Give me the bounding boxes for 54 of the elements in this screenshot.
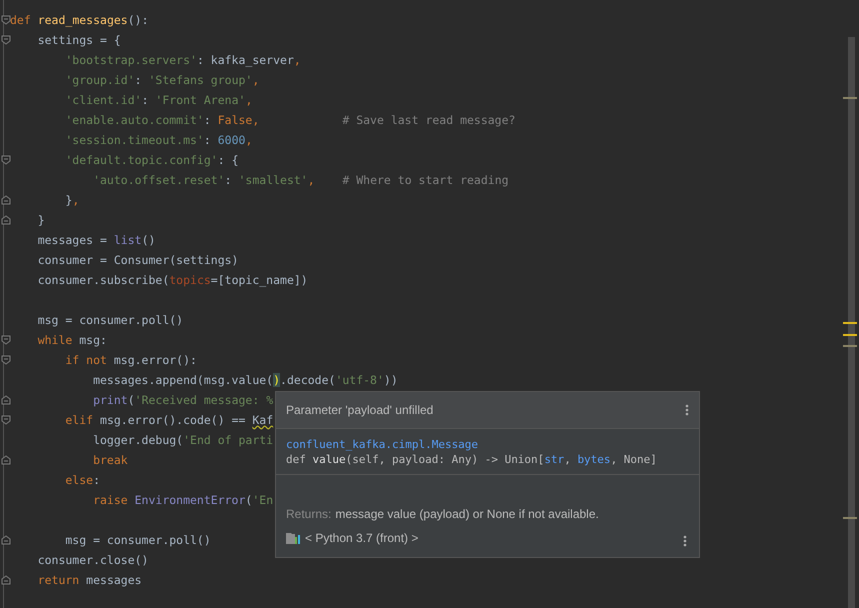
code-line: 'auto.offset.reset': 'smallest', # Where to start reading [92, 173, 509, 187]
fold-end-icon[interactable] [1, 215, 11, 225]
fold-end-icon[interactable] [1, 455, 11, 465]
fold-start-icon[interactable] [1, 35, 11, 45]
code-line: messages = list() [36, 233, 156, 247]
more-icon[interactable] [683, 535, 687, 547]
code-line: 'session.timeout.ms': 6000, [64, 133, 252, 147]
fold-start-icon[interactable] [1, 415, 11, 425]
returns-label: Returns: [286, 506, 332, 523]
fold-end-icon[interactable] [1, 395, 11, 405]
code-line: elif msg.error().code() == Kaf [64, 413, 274, 427]
scrollbar-marker[interactable] [843, 97, 857, 99]
fold-start-icon[interactable] [1, 155, 11, 165]
code-line: if not msg.error(): [64, 353, 197, 367]
function-signature: def value(self, payload: Any) -> Union[str, bytes, None] [286, 452, 657, 467]
fold-end-icon[interactable] [1, 575, 11, 585]
code-line: } [36, 213, 45, 227]
code-line: consumer.subscribe(topics=[topic_name]) [36, 273, 308, 287]
scrollbar-marker[interactable] [843, 345, 857, 347]
fold-start-icon[interactable] [1, 355, 11, 365]
scrollbar-marker[interactable] [843, 334, 857, 336]
fold-start-icon[interactable] [1, 335, 11, 345]
fold-end-icon[interactable] [1, 195, 11, 205]
code-line: messages.append(msg.value().decode('utf-8')) [92, 373, 398, 387]
code-line: while msg: [36, 333, 107, 347]
code-line: return messages [36, 573, 142, 587]
popup-header: Parameter 'payload' unfilled [286, 402, 434, 419]
library-name[interactable]: < Python 3.7 (front) > [305, 529, 418, 547]
code-line: 'group.id': 'Stefans group', [64, 73, 260, 87]
code-line: logger.debug('End of parti [92, 433, 274, 447]
code-line: break [92, 453, 128, 467]
code-line: }, [64, 193, 80, 207]
code-line: msg = consumer.poll() [36, 313, 184, 327]
code-line: consumer.close() [36, 553, 148, 567]
code-line: 'bootstrap.servers': kafka_server, [64, 53, 301, 67]
library-icon [286, 532, 301, 544]
scrollbar[interactable] [848, 37, 855, 608]
code-line: 'default.topic.config': { [64, 153, 238, 167]
more-icon[interactable] [685, 404, 689, 416]
code-line: msg = consumer.poll() [64, 533, 211, 547]
code-line: consumer = Consumer(settings) [36, 253, 238, 267]
code-line: 'client.id': 'Front Arena', [64, 93, 252, 107]
scrollbar-marker[interactable] [843, 322, 857, 324]
fold-end-icon[interactable] [1, 535, 11, 545]
fold-start-icon[interactable] [1, 15, 11, 25]
code-line: settings = { [36, 33, 121, 47]
class-path-link[interactable]: confluent_kafka.cimpl.Message [286, 437, 478, 452]
code-line: else: [64, 473, 100, 487]
code-line: def read_messages(): [10, 13, 148, 27]
code-line: print('Received message: % [92, 393, 274, 407]
scrollbar-marker[interactable] [843, 517, 857, 519]
code-line: raise EnvironmentError('En [92, 493, 274, 507]
code-line: 'enable.auto.commit': False, # Save last read message? [64, 113, 516, 127]
returns-text: message value (payload) or None if not available. [335, 506, 599, 523]
